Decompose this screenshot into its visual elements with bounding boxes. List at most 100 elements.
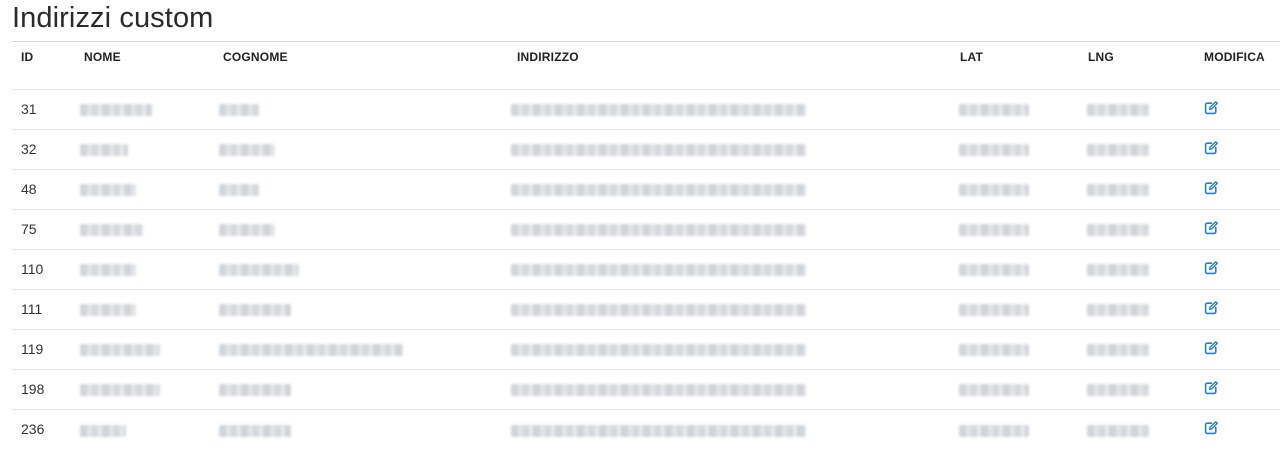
cell-id: 31 [12,89,75,130]
cell-nome [75,169,214,210]
table-row: 48 [12,169,1280,210]
cell-id: 48 [12,169,75,210]
edit-icon[interactable] [1204,220,1218,235]
table-row: 110 [12,249,1280,290]
cell-lat [951,249,1079,290]
column-header-id[interactable]: ID [12,42,75,90]
cell-nome [75,329,214,370]
column-header-lng[interactable]: LNG [1079,42,1195,90]
cell-cognome [214,329,508,370]
cell-cognome [214,249,508,290]
redacted-text [219,304,291,317]
table-row: 31 [12,89,1280,130]
cell-lng [1079,249,1195,290]
edit-icon[interactable] [1204,100,1218,115]
table-row: 236 [12,409,1280,449]
redacted-text [959,264,1029,277]
table-row: 75 [12,209,1280,250]
cell-nome [75,369,214,410]
cell-nome [75,409,214,449]
edit-icon[interactable] [1204,180,1218,195]
cell-id: 119 [12,329,75,370]
redacted-text [219,424,291,437]
redacted-text [219,344,403,357]
redacted-text [511,264,806,277]
cell-id: 32 [12,129,75,170]
redacted-text [219,224,275,237]
cell-modifica [1195,89,1280,130]
redacted-text [80,264,136,277]
column-header-lat[interactable]: LAT [951,42,1079,90]
cell-modifica [1195,409,1280,449]
cell-lat [951,289,1079,330]
redacted-text [219,264,299,277]
cell-indirizzo [508,249,951,290]
redacted-text [511,304,806,317]
redacted-text [80,224,143,237]
redacted-text [959,104,1029,117]
cell-indirizzo [508,89,951,130]
redacted-text [80,344,160,357]
redacted-text [1087,424,1149,437]
cell-nome [75,249,214,290]
cell-lng [1079,129,1195,170]
table-row: 198 [12,369,1280,410]
table-row: 111 [12,289,1280,330]
cell-cognome [214,409,508,449]
cell-modifica [1195,249,1280,290]
redacted-text [80,104,152,117]
table-row: 119 [12,329,1280,370]
edit-icon[interactable] [1204,420,1218,435]
redacted-text [511,424,806,437]
cell-lat [951,409,1079,449]
cell-lng [1079,89,1195,130]
cell-lng [1079,329,1195,370]
edit-icon[interactable] [1204,260,1218,275]
redacted-text [959,224,1029,237]
column-header-indirizzo[interactable]: INDIRIZZO [508,42,951,90]
redacted-text [511,144,806,157]
edit-icon[interactable] [1204,340,1218,355]
redacted-text [511,384,806,397]
cell-indirizzo [508,169,951,210]
cell-indirizzo [508,209,951,250]
cell-modifica [1195,369,1280,410]
cell-modifica [1195,329,1280,370]
column-header-cognome[interactable]: COGNOME [214,42,508,90]
cell-nome [75,209,214,250]
redacted-text [511,224,806,237]
cell-indirizzo [508,409,951,449]
edit-icon[interactable] [1204,380,1218,395]
edit-icon[interactable] [1204,300,1218,315]
redacted-text [511,104,806,117]
redacted-text [1087,344,1149,357]
redacted-text [219,184,259,197]
redacted-text [959,344,1029,357]
cell-modifica [1195,169,1280,210]
cell-modifica [1195,289,1280,330]
cell-lat [951,169,1079,210]
cell-id: 198 [12,369,75,410]
redacted-text [1087,104,1149,117]
cell-nome [75,129,214,170]
redacted-text [219,104,259,117]
cell-id: 111 [12,289,75,330]
cell-lat [951,209,1079,250]
redacted-text [80,144,128,157]
edit-icon[interactable] [1204,140,1218,155]
redacted-text [1087,304,1149,317]
cell-id: 75 [12,209,75,250]
cell-cognome [214,89,508,130]
column-header-nome[interactable]: NOME [75,42,214,90]
cell-cognome [214,129,508,170]
column-header-modifica: MODIFICA [1195,42,1280,90]
table-row: 32 [12,129,1280,170]
cell-indirizzo [508,369,951,410]
redacted-text [1087,264,1149,277]
addresses-table: ID NOME COGNOME INDIRIZZO LAT LNG MODIFI… [12,42,1280,449]
cell-cognome [214,289,508,330]
cell-cognome [214,369,508,410]
cell-modifica [1195,209,1280,250]
cell-indirizzo [508,329,951,370]
redacted-text [80,424,126,437]
